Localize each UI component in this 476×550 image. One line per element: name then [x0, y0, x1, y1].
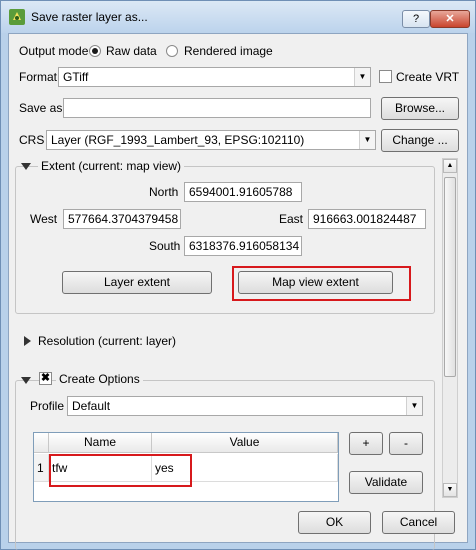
north-input[interactable]: 6594001.91605788: [184, 182, 302, 202]
west-label: West: [30, 212, 58, 226]
highlight-box: [49, 454, 192, 487]
collapse-arrow-icon[interactable]: [21, 377, 31, 384]
layer-extent-button[interactable]: Layer extent: [62, 271, 212, 294]
row-header-corner: [34, 433, 49, 453]
browse-button[interactable]: Browse...: [381, 97, 459, 120]
format-value: GTiff: [63, 70, 89, 84]
change-crs-button[interactable]: Change ...: [381, 129, 459, 152]
create-vrt-label[interactable]: Create VRT: [396, 70, 459, 84]
east-input[interactable]: 916663.001824487: [308, 209, 426, 229]
profile-value: Default: [72, 399, 111, 413]
title-bar[interactable]: Save raster layer as... ? ✕: [1, 1, 475, 33]
close-button[interactable]: ✕: [430, 10, 470, 28]
column-header-name[interactable]: Name: [49, 433, 152, 453]
ok-button[interactable]: OK: [298, 511, 371, 534]
output-mode-label: Output mode: [19, 44, 89, 58]
help-button[interactable]: ?: [402, 10, 430, 28]
window-title: Save raster layer as...: [31, 10, 148, 24]
south-label: South: [149, 239, 181, 253]
remove-option-button[interactable]: -: [389, 432, 423, 455]
row-number: 1: [34, 454, 49, 482]
scroll-thumb[interactable]: [444, 177, 456, 377]
rendered-image-label[interactable]: Rendered image: [184, 44, 273, 58]
west-input[interactable]: 577664.3704379458: [63, 209, 181, 229]
save-as-label: Save as: [19, 101, 63, 115]
create-vrt-checkbox[interactable]: [379, 70, 392, 83]
collapse-arrow-icon[interactable]: [21, 163, 31, 170]
dialog-body: Output mode Raw data Rendered image Form…: [8, 33, 468, 550]
create-options-checkbox[interactable]: ✖: [39, 372, 52, 385]
chevron-down-icon: ▼: [406, 397, 422, 415]
cancel-button[interactable]: Cancel: [382, 511, 455, 534]
crs-value: Layer (RGF_1993_Lambert_93, EPSG:102110): [51, 133, 305, 147]
raw-data-radio[interactable]: [89, 45, 101, 57]
north-label: North: [149, 185, 179, 199]
create-options-title: Create Options: [56, 372, 143, 386]
extent-title[interactable]: Extent (current: map view): [38, 159, 185, 173]
validate-button[interactable]: Validate: [349, 471, 423, 494]
resolution-title[interactable]: Resolution (current: layer): [38, 334, 176, 348]
crs-label: CRS: [19, 133, 45, 147]
qgis-icon: [9, 9, 25, 25]
column-header-value[interactable]: Value: [152, 433, 338, 453]
profile-select[interactable]: Default ▼: [67, 396, 423, 416]
profile-label: Profile: [30, 399, 65, 413]
expand-arrow-icon[interactable]: [24, 336, 31, 346]
format-select[interactable]: GTiff ▼: [58, 67, 371, 87]
chevron-down-icon: ▼: [354, 68, 370, 86]
save-as-input[interactable]: [63, 98, 371, 118]
raw-data-label[interactable]: Raw data: [106, 44, 157, 58]
scroll-down-icon[interactable]: ▼: [443, 483, 457, 497]
east-label: East: [279, 212, 304, 226]
south-input[interactable]: 6318376.916058134: [184, 236, 302, 256]
dialog-window: Save raster layer as... ? ✕ Output mode …: [0, 0, 476, 550]
scroll-up-icon[interactable]: ▲: [443, 159, 457, 173]
highlight-box: [232, 266, 411, 301]
rendered-image-radio[interactable]: [166, 45, 178, 57]
format-label: Format: [19, 70, 58, 84]
crs-select[interactable]: Layer (RGF_1993_Lambert_93, EPSG:102110)…: [46, 130, 376, 150]
scrollbar[interactable]: ▲ ▼: [442, 158, 458, 498]
chevron-down-icon: ▼: [359, 131, 375, 149]
add-option-button[interactable]: +: [349, 432, 383, 455]
